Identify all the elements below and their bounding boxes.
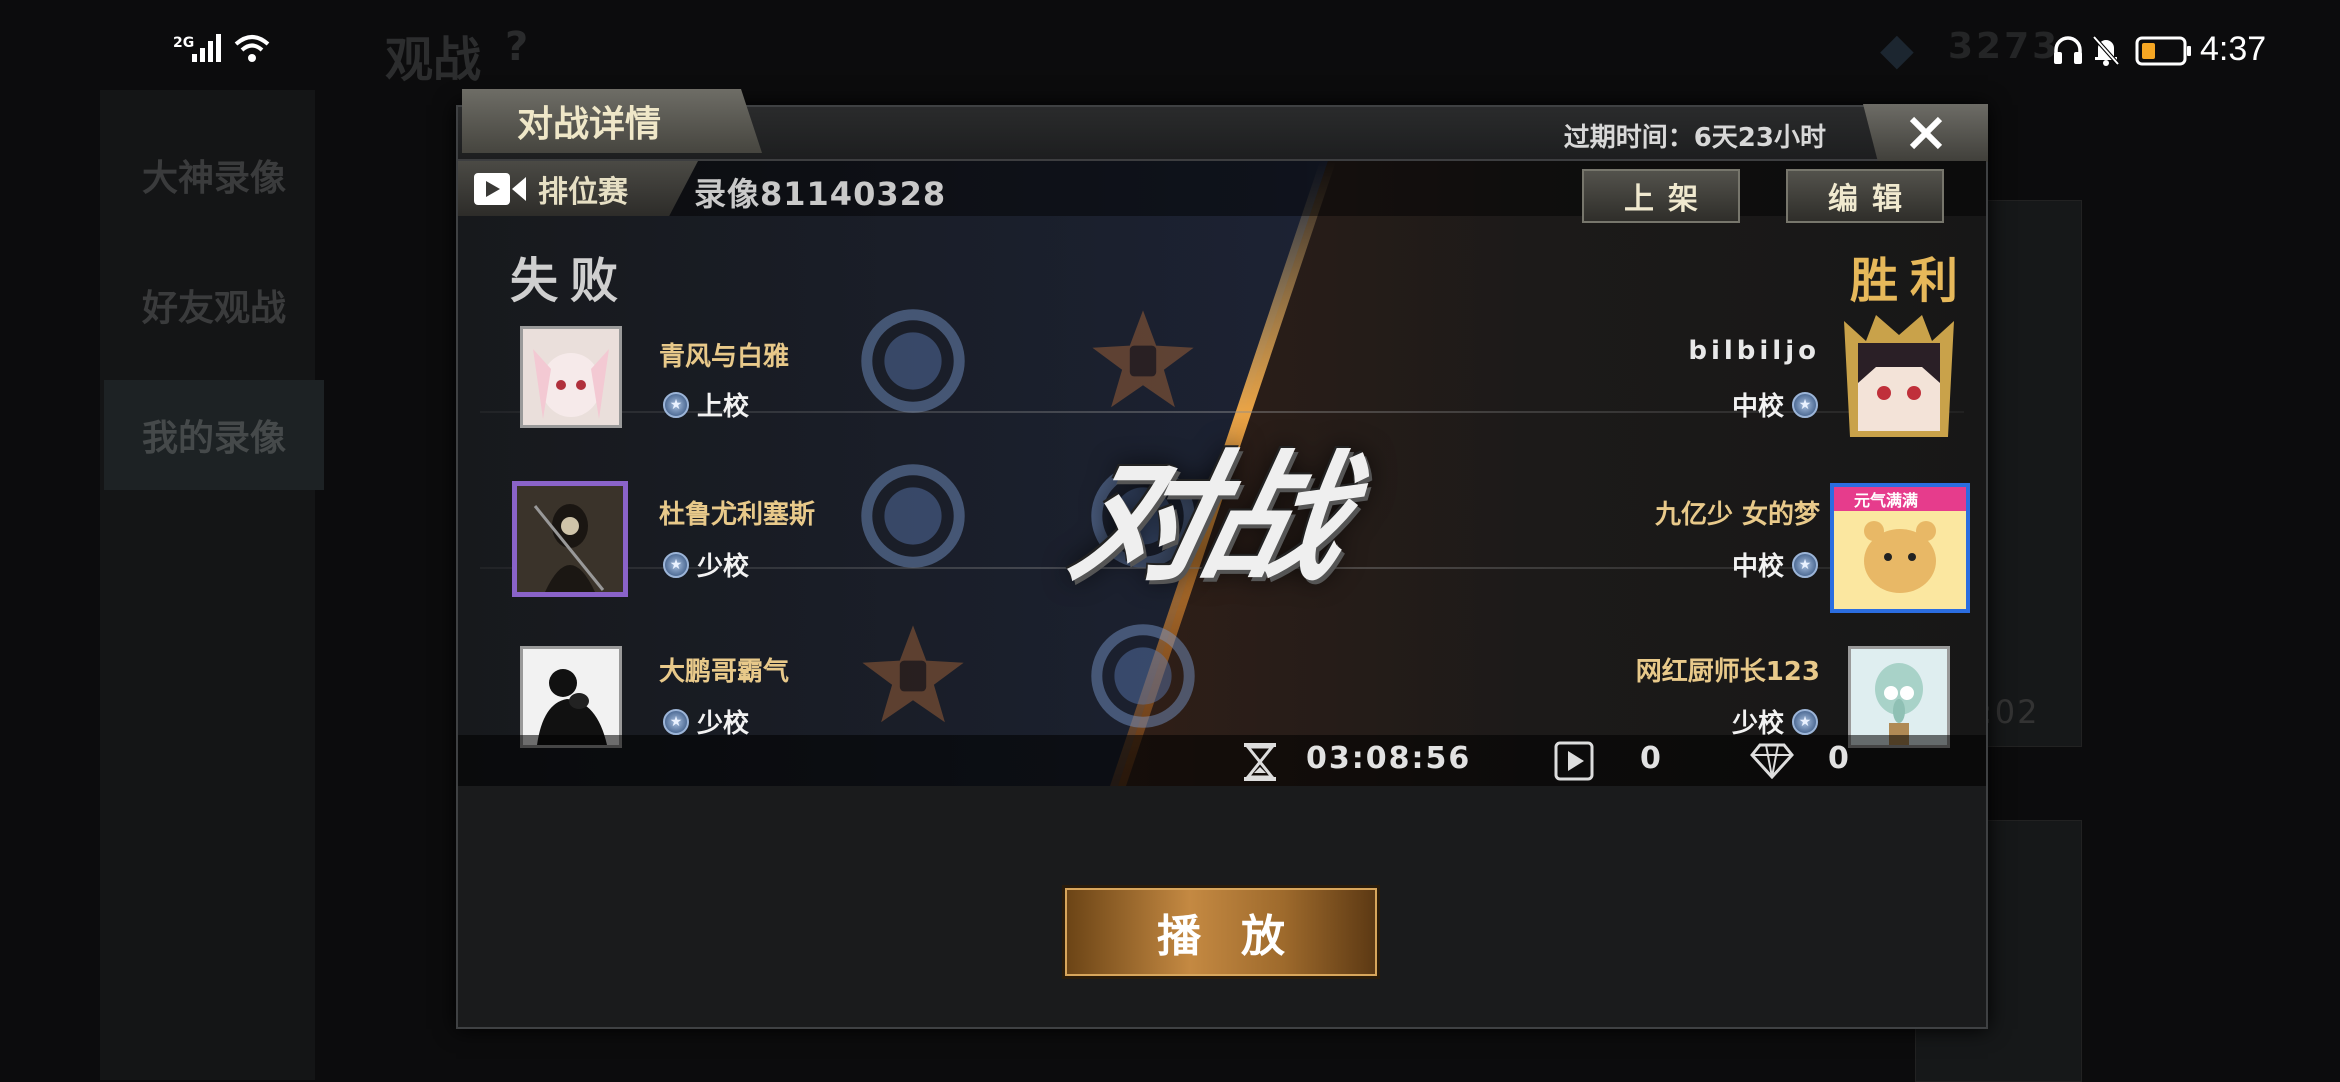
player-name: 网红厨师长123 <box>1635 657 1820 687</box>
player-rank: 中校 ★ <box>1732 386 1818 423</box>
versus-logo: 对战 <box>1058 438 1353 601</box>
win-label: 胜利 <box>1849 253 1970 309</box>
match-type-tab: 排位赛 <box>458 161 698 216</box>
battery-icon <box>2135 36 2191 66</box>
gold-frame-anime-avatar-icon <box>1844 315 1954 437</box>
player-rank: ★ 上校 <box>663 386 749 423</box>
rank-badge-icon: ★ <box>663 391 689 418</box>
signal-icon <box>192 34 221 62</box>
diamond-count: 0 <box>1828 741 1851 776</box>
player-rank-label: 中校 <box>1731 552 1784 582</box>
player-name: 九亿少 女的梦 <box>1654 500 1820 530</box>
player-rank: ★ 少校 <box>663 546 749 583</box>
globe-emblem-icon <box>861 309 965 413</box>
avatar[interactable] <box>1836 311 1962 445</box>
player-rank-label: 中校 <box>1731 392 1784 422</box>
squidward-avatar-icon <box>1851 649 1947 745</box>
player-rank: 中校 ★ <box>1732 546 1818 583</box>
fist-emblem-icon <box>1092 310 1194 408</box>
replay-duration: 03:08:56 <box>1306 741 1472 776</box>
battle-panel: 排位赛 录像81140328 上架 编辑 失败 胜利 青风与白雅 ★ 上校 杜鲁… <box>458 161 1986 786</box>
expiry-time: 过期时间：6天23小时 <box>1563 123 1826 153</box>
avatar[interactable] <box>520 326 622 428</box>
play-button[interactable]: 播放 <box>1062 885 1380 979</box>
clock: 4:37 <box>2200 30 2267 68</box>
player-name: 杜鲁尤利塞斯 <box>659 500 816 530</box>
lose-label: 失败 <box>510 253 631 309</box>
avatar[interactable]: 元气满满 <box>1830 483 1970 613</box>
close-button[interactable] <box>1863 104 1988 162</box>
globe-emblem-icon <box>1091 624 1195 728</box>
side-menu-item-master-replays[interactable]: 大神录像 <box>104 120 324 230</box>
rank-badge-icon: ★ <box>1792 551 1818 578</box>
man-silhouette-avatar-icon <box>523 649 619 745</box>
reaper-avatar-icon <box>517 486 623 592</box>
globe-emblem-icon <box>861 464 965 568</box>
player-name: 大鹏哥霸气 <box>659 657 790 687</box>
video-camera-icon <box>474 172 526 205</box>
play-count-icon <box>1554 741 1594 781</box>
hourglass-icon <box>1244 743 1276 781</box>
headphone-icon <box>2054 36 2082 64</box>
bell-muted-icon <box>2092 35 2120 66</box>
match-type: 排位赛 <box>538 174 628 210</box>
diamond-icon <box>1750 743 1794 779</box>
close-icon <box>1909 116 1942 150</box>
avatar[interactable] <box>520 646 622 748</box>
edit-replay-button[interactable]: 编辑 <box>1786 169 1944 223</box>
rank-badge-icon: ★ <box>663 551 689 578</box>
replay-stats-bar: 03:08:56 0 0 <box>458 735 1986 786</box>
wifi-icon <box>234 35 270 62</box>
rank-badge-icon: ★ <box>663 708 689 735</box>
avatar-frame-badge: 元气满满 <box>1854 491 1919 510</box>
side-menu-panel <box>100 90 315 1080</box>
player-name: bilbiljo <box>1688 336 1820 366</box>
rank-badge-icon: ★ <box>1792 708 1818 735</box>
player-name: 青风与白雅 <box>659 342 790 372</box>
status-bar: 2G 4:37 <box>0 0 2340 100</box>
play-count: 0 <box>1640 741 1663 776</box>
fist-emblem-icon <box>862 625 964 723</box>
replay-card-time: :02 <box>1982 693 2040 731</box>
player-rank-label: 少校 <box>697 552 750 582</box>
avatar[interactable] <box>512 481 628 597</box>
list-replay-button[interactable]: 上架 <box>1582 169 1740 223</box>
battle-details-dialog: 对战详情 过期时间：6天23小时 排位赛 录像81140328 上架 编辑 失败… <box>456 89 1988 1029</box>
side-menu-item-friend-spectate[interactable]: 好友观战 <box>104 250 324 360</box>
player-rank-label: 上校 <box>697 392 750 422</box>
anime-girl-avatar-icon <box>523 329 619 425</box>
rank-badge-icon: ★ <box>1792 391 1818 418</box>
side-menu-item-my-replays[interactable]: 我的录像 <box>104 380 324 490</box>
match-info-row: 排位赛 录像81140328 上架 编辑 <box>458 161 1986 223</box>
avatar[interactable] <box>1848 646 1950 748</box>
replay-id: 录像81140328 <box>694 175 947 213</box>
